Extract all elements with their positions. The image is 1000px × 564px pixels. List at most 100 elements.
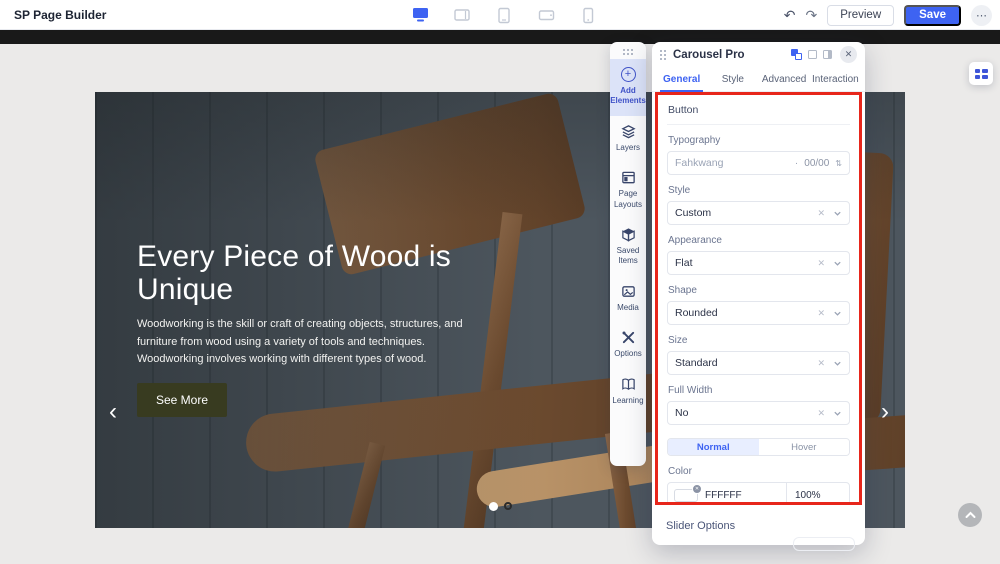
divider (786, 483, 787, 506)
sidebar-item-label: Saved Items (611, 246, 645, 267)
app-toolbar: SP Page Builder ↶ ↷ Preview Save ⋯ (0, 0, 1000, 30)
carousel-next-arrow[interactable]: › (873, 398, 897, 426)
style-select[interactable]: Custom ✕ (667, 201, 850, 225)
shape-value: Rounded (675, 307, 817, 319)
more-options-button[interactable]: ⋯ (971, 5, 992, 26)
color-swatch[interactable]: ✕ (674, 489, 698, 502)
hover-state-tab[interactable]: Hover (759, 439, 850, 455)
panel-header: Carousel Pro ✕ (652, 42, 865, 67)
sidebar-item-add-elements[interactable]: + Add Elements (610, 59, 646, 116)
chevron-down-icon (833, 259, 842, 268)
desktop-device-icon[interactable] (410, 6, 430, 24)
shape-label: Shape (668, 285, 849, 296)
collapsed-section-edge (793, 537, 855, 551)
clear-icon[interactable]: ✕ (817, 208, 825, 219)
size-select[interactable]: Standard ✕ (667, 351, 850, 375)
carousel-dot[interactable] (504, 502, 512, 510)
carousel-pro-settings-panel: Carousel Pro ✕ General Style Advanced In… (652, 42, 865, 545)
color-picker-row[interactable]: ✕ FFFFFF 100% (667, 482, 850, 505)
sidebar-item-label: Add Elements (610, 86, 646, 107)
carousel-dot-active[interactable] (489, 502, 498, 511)
tab-style[interactable]: Style (707, 67, 758, 91)
sidebar-item-options[interactable]: Options (610, 322, 646, 368)
preview-button[interactable]: Preview (827, 5, 894, 26)
tablet-device-icon[interactable] (494, 6, 514, 24)
laptop-device-icon[interactable] (452, 6, 472, 24)
normal-state-tab[interactable]: Normal (668, 439, 759, 455)
sidebar-item-label: Layers (616, 143, 640, 153)
panel-title: Carousel Pro (673, 49, 791, 61)
sidebar-item-saved-items[interactable]: Saved Items (610, 219, 646, 276)
sidebar-item-label: Learning (612, 396, 643, 406)
builder-sidebar: + Add Elements Layers Page Layouts Saved… (610, 42, 646, 466)
app-title: SP Page Builder (14, 8, 106, 22)
see-more-button[interactable]: See More (137, 383, 227, 417)
hero-text-block: Every Piece of Wood is Unique Woodworkin… (137, 240, 487, 417)
layout-icon (621, 170, 636, 185)
panel-drag-handle-icon[interactable] (660, 50, 666, 60)
redo-icon[interactable]: ↷ (806, 8, 818, 22)
carousel-prev-arrow[interactable]: ‹ (101, 398, 125, 426)
responsive-device-switcher (410, 0, 598, 30)
typography-adjust-icon[interactable]: ⇅ (835, 159, 842, 168)
size-label: Size (668, 335, 849, 346)
tools-icon (621, 330, 636, 345)
dock-right-icon[interactable] (823, 50, 832, 59)
image-icon (621, 284, 636, 299)
font-family-value: Fahkwang (675, 157, 795, 169)
section-settings-button[interactable] (969, 62, 993, 85)
sidebar-item-learning[interactable]: Learning (610, 369, 646, 415)
chevron-down-icon (833, 209, 842, 218)
tab-general[interactable]: General (656, 67, 707, 91)
clear-icon[interactable]: ✕ (817, 358, 825, 369)
typography-label: Typography (668, 135, 849, 146)
plus-circle-icon: + (621, 67, 636, 82)
carousel-dots (489, 502, 512, 511)
clear-icon[interactable]: ✕ (817, 258, 825, 269)
chevron-down-icon (833, 309, 842, 318)
chevron-up-icon (965, 511, 976, 519)
scroll-to-top-button[interactable] (958, 503, 982, 527)
chevron-down-icon (833, 409, 842, 418)
color-hex-value[interactable]: FFFFFF (705, 490, 778, 501)
chevron-down-icon (833, 359, 842, 368)
highlighted-settings-region: Button Typography Fahkwang · 00/00 ⇅ Sty… (655, 92, 862, 505)
sidebar-item-layers[interactable]: Layers (610, 116, 646, 162)
style-label: Style (668, 185, 849, 196)
appearance-select[interactable]: Flat ✕ (667, 251, 850, 275)
close-icon[interactable]: ✕ (840, 46, 857, 63)
grid-icon (975, 69, 988, 79)
cube-icon (621, 227, 636, 242)
duplicate-icon[interactable] (791, 49, 802, 60)
size-value: Standard (675, 357, 817, 369)
full-width-select[interactable]: No ✕ (667, 401, 850, 425)
mobile-device-icon[interactable] (578, 6, 598, 24)
dock-left-icon[interactable] (808, 50, 817, 59)
panel-tabs: General Style Advanced Interaction (652, 67, 865, 92)
clear-icon[interactable]: ✕ (817, 308, 825, 319)
typography-separator: · (795, 158, 798, 169)
toolbar-actions: ↶ ↷ Preview Save ⋯ (784, 0, 992, 30)
undo-icon[interactable]: ↶ (784, 8, 796, 22)
sidebar-item-label: Options (614, 349, 642, 359)
typography-field[interactable]: Fahkwang · 00/00 ⇅ (667, 151, 850, 175)
appearance-value: Flat (675, 257, 817, 269)
full-width-value: No (675, 407, 817, 419)
book-icon (621, 377, 636, 392)
sidebar-item-media[interactable]: Media (610, 276, 646, 322)
style-value: Custom (675, 207, 817, 219)
color-opacity-value[interactable]: 100% (795, 490, 843, 501)
color-label: Color (668, 466, 849, 477)
mobile-landscape-device-icon[interactable] (536, 6, 556, 24)
tab-advanced[interactable]: Advanced (759, 67, 810, 91)
clear-color-icon[interactable]: ✕ (692, 484, 702, 494)
shape-select[interactable]: Rounded ✕ (667, 301, 850, 325)
save-button[interactable]: Save (904, 5, 961, 26)
appearance-label: Appearance (668, 235, 849, 246)
clear-icon[interactable]: ✕ (817, 408, 825, 419)
sidebar-drag-handle-icon[interactable] (622, 49, 634, 55)
tab-interaction[interactable]: Interaction (810, 67, 861, 91)
hero-heading: Every Piece of Wood is Unique (137, 240, 487, 306)
sidebar-item-label: Page Layouts (611, 189, 645, 210)
sidebar-item-page-layouts[interactable]: Page Layouts (610, 162, 646, 219)
